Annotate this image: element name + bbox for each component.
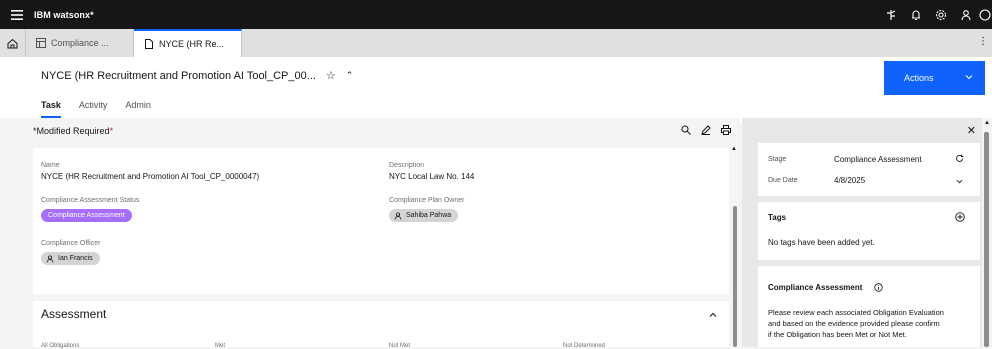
assessment-title: Assessment bbox=[41, 307, 107, 321]
settings-gear-icon[interactable] bbox=[928, 0, 953, 29]
chevron-down-icon bbox=[965, 75, 973, 80]
actions-button[interactable]: Actions bbox=[884, 61, 985, 95]
tab-label: Compliance ... bbox=[51, 38, 109, 48]
officer-chip[interactable]: Ian Francis bbox=[41, 252, 100, 265]
side-panel: ✕ Stage Compliance Assessment Due Date 4… bbox=[742, 118, 982, 347]
notification-bell-icon[interactable] bbox=[903, 0, 928, 29]
details-card: Name NYCE (HR Recruitment and Promotion … bbox=[33, 148, 729, 294]
refresh-icon[interactable] bbox=[955, 154, 964, 163]
ca-text-line-2: and based on the evidence provided pleas… bbox=[768, 319, 940, 328]
actions-label: Actions bbox=[904, 73, 934, 83]
owner-label: Compliance Plan Owner bbox=[389, 197, 465, 204]
user-icon bbox=[46, 254, 54, 263]
description-label: Description bbox=[389, 162, 425, 169]
close-icon[interactable]: ✕ bbox=[967, 124, 976, 137]
home-tab-icon[interactable] bbox=[0, 29, 26, 57]
owner-chip[interactable]: Sahiba Pahwa bbox=[389, 209, 459, 222]
edit-pencil-icon[interactable] bbox=[701, 125, 711, 135]
record-subtabs: Task Activity Admin bbox=[41, 100, 151, 118]
tags-card: Tags No tags have been added yet. bbox=[758, 202, 980, 260]
stage-value: Compliance Assessment bbox=[834, 155, 922, 164]
tags-title: Tags bbox=[768, 213, 787, 222]
col-all-obligations: All Obligations bbox=[41, 343, 80, 349]
due-date-label: Due Date bbox=[768, 177, 798, 184]
chevron-up-icon[interactable] bbox=[709, 311, 717, 319]
compliance-assessment-card: Compliance Assessment Please review each… bbox=[758, 266, 980, 347]
assessment-section: Assessment All Obligations Met Not Met N… bbox=[33, 301, 729, 349]
page-title: NYCE (HR Recruitment and Promotion AI To… bbox=[41, 69, 316, 82]
side-panel-scrollbar[interactable]: ▲ bbox=[982, 118, 992, 347]
required-star: * bbox=[109, 126, 114, 136]
brand-ibm: IBM bbox=[34, 9, 51, 20]
top-actions bbox=[878, 0, 992, 29]
stage-card: Stage Compliance Assessment Due Date 4/8… bbox=[758, 143, 980, 196]
scroll-up-arrow-icon[interactable]: ▲ bbox=[984, 120, 990, 126]
tab-admin[interactable]: Admin bbox=[125, 100, 151, 118]
modified-indicator: *Modified bbox=[33, 126, 71, 136]
tags-empty-message: No tags have been added yet. bbox=[768, 238, 875, 247]
col-not-determined: Not Determined bbox=[563, 343, 606, 349]
scroll-up-arrow-icon[interactable]: ▲ bbox=[731, 146, 737, 152]
tab-label: NYCE (HR Re... bbox=[159, 39, 225, 49]
overflow-menu-icon[interactable]: ⋮ bbox=[978, 36, 988, 47]
status-badge[interactable]: Compliance Assessment bbox=[41, 209, 132, 222]
workspace-tabs: Compliance ... NYCE (HR Re... ⋮ bbox=[0, 29, 992, 57]
name-label: Name bbox=[41, 162, 60, 169]
tab-nyce-record[interactable]: NYCE (HR Re... bbox=[134, 29, 242, 57]
collapse-chevron-icon[interactable]: ⌃ bbox=[346, 70, 354, 81]
help-icon[interactable] bbox=[978, 0, 992, 29]
stage-label: Stage bbox=[768, 156, 787, 163]
officer-name: Ian Francis bbox=[58, 255, 93, 262]
form-tools bbox=[681, 125, 731, 135]
col-not-met: Not Met bbox=[389, 343, 411, 349]
search-icon[interactable] bbox=[681, 125, 691, 135]
tab-activity[interactable]: Activity bbox=[79, 100, 108, 118]
required-indicator: Required bbox=[73, 126, 110, 136]
record-title-row: NYCE (HR Recruitment and Promotion AI To… bbox=[41, 69, 354, 83]
app-brand[interactable]: IBM watsonx* bbox=[34, 10, 94, 20]
description-value[interactable]: NYC Local Law No. 144 bbox=[389, 172, 474, 181]
officer-label: Compliance Officer bbox=[41, 240, 101, 247]
owner-name: Sahiba Pahwa bbox=[406, 212, 452, 219]
status-label: Compliance Assessment Status bbox=[41, 197, 140, 204]
info-icon[interactable] bbox=[874, 283, 883, 292]
main-form-area: *Modified Required * Name NYCE (HR Recrui… bbox=[0, 118, 740, 349]
top-navbar: IBM watsonx* bbox=[0, 0, 992, 29]
tab-compliance[interactable]: Compliance ... bbox=[26, 29, 134, 57]
side-scroll-thumb[interactable] bbox=[984, 132, 989, 347]
brand-product: watsonx* bbox=[53, 9, 94, 20]
main-scrollbar[interactable] bbox=[733, 206, 737, 347]
ca-title: Compliance Assessment bbox=[768, 283, 863, 292]
print-icon[interactable] bbox=[721, 125, 731, 135]
user-icon bbox=[394, 211, 402, 220]
table-icon bbox=[36, 38, 46, 48]
due-date-value: 4/8/2025 bbox=[834, 176, 866, 185]
name-value[interactable]: NYCE (HR Recruitment and Promotion AI To… bbox=[41, 172, 259, 181]
form-status-bar: *Modified Required * bbox=[0, 120, 740, 142]
document-icon bbox=[145, 39, 153, 49]
record-header: NYCE (HR Recruitment and Promotion AI To… bbox=[0, 57, 992, 125]
switcher-icon[interactable] bbox=[878, 0, 903, 29]
ca-text-line-1: Please review each associated Obligation… bbox=[768, 308, 944, 317]
add-tag-icon[interactable] bbox=[955, 212, 965, 222]
hamburger-menu-icon[interactable] bbox=[0, 0, 34, 29]
user-profile-icon[interactable] bbox=[953, 0, 978, 29]
col-met: Met bbox=[215, 343, 226, 349]
ca-text-line-3: if the Obligation has been Met or Not Me… bbox=[768, 330, 907, 339]
tab-task[interactable]: Task bbox=[41, 100, 61, 118]
chevron-down-icon[interactable] bbox=[956, 178, 963, 185]
favorite-star-icon[interactable]: ☆ bbox=[326, 69, 336, 82]
